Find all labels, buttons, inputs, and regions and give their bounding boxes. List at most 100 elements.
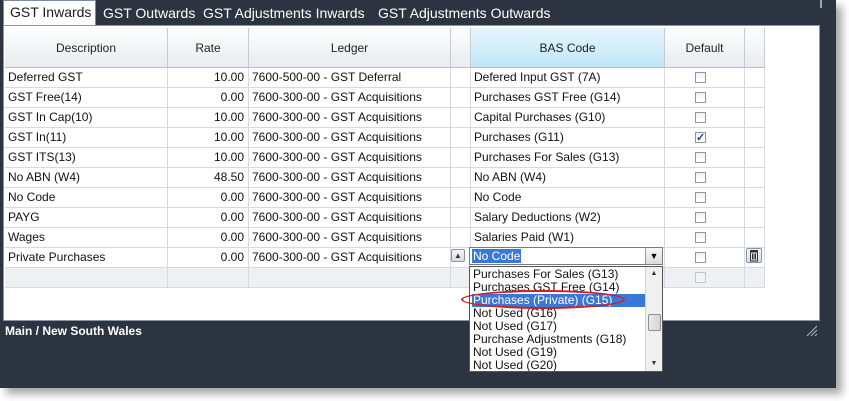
- default-checkbox[interactable]: [695, 92, 706, 103]
- default-checkbox[interactable]: [695, 212, 706, 223]
- delete-row-button[interactable]: [746, 248, 762, 263]
- column-header-rate[interactable]: Rate: [168, 28, 249, 68]
- rate-cell[interactable]: 48.50: [168, 168, 249, 188]
- default-checkbox[interactable]: [695, 252, 706, 263]
- description-cell[interactable]: GST In Cap(10): [5, 108, 168, 128]
- ledger-cell[interactable]: 7600-300-00 - GST Acquisitions: [249, 128, 451, 148]
- default-cell[interactable]: [665, 248, 745, 268]
- ledger-cell[interactable]: 7600-300-00 - GST Acquisitions: [249, 208, 451, 228]
- table-row[interactable]: PAYG 0.00 7600-300-00 - GST Acquisitions Sa…: [5, 208, 765, 228]
- ledger-cell[interactable]: 7600-300-00 - GST Acquisitions: [249, 188, 451, 208]
- description-cell[interactable]: Deferred GST: [5, 68, 168, 88]
- rate-cell[interactable]: 10.00: [168, 108, 249, 128]
- default-cell[interactable]: [665, 188, 745, 208]
- default-cell[interactable]: [665, 228, 745, 248]
- ledger-cell[interactable]: 7600-300-00 - GST Acquisitions: [249, 168, 451, 188]
- description-cell[interactable]: Private Purchases: [5, 248, 168, 268]
- default-cell[interactable]: [665, 68, 745, 88]
- default-cell[interactable]: [665, 208, 745, 228]
- column-header-actions: [745, 28, 765, 68]
- tab-gst-adjustments-outwards[interactable]: GST Adjustments Outwards: [372, 2, 556, 25]
- bas-code-cell[interactable]: Purchases For Sales (G13): [471, 148, 665, 168]
- rate-cell[interactable]: 0.00: [168, 208, 249, 228]
- default-checkbox[interactable]: [695, 232, 706, 243]
- bas-code-cell[interactable]: Defered Input GST (7A): [471, 68, 665, 88]
- bas-code-cell[interactable]: Salaries Paid (W1): [471, 228, 665, 248]
- dropdown-option[interactable]: Not Used (G20): [472, 359, 647, 372]
- dropdown-scrollbar[interactable]: ▲ ▼: [645, 267, 662, 371]
- table-row[interactable]: GST Free(14) 0.00 7600-300-00 - GST Acquis…: [5, 88, 765, 108]
- ledger-cell[interactable]: 7600-300-00 - GST Acquisitions: [249, 228, 451, 248]
- default-cell[interactable]: [665, 128, 745, 148]
- default-checkbox[interactable]: [695, 72, 706, 83]
- ledger-cell[interactable]: 7600-300-00 - GST Acquisitions: [249, 108, 451, 128]
- description-cell[interactable]: Wages: [5, 228, 168, 248]
- description-cell[interactable]: GST ITS(13): [5, 148, 168, 168]
- bas-code-cell[interactable]: No Code: [471, 188, 665, 208]
- description-cell[interactable]: GST Free(14): [5, 88, 168, 108]
- column-header-default[interactable]: Default: [665, 28, 745, 68]
- table-row[interactable]: GST In(11) 10.00 7600-300-00 - GST Acquisi…: [5, 128, 765, 148]
- scroll-up-icon[interactable]: ▲: [646, 267, 662, 281]
- table-row[interactable]: Deferred GST 10.00 7600-500-00 - GST Defer…: [5, 68, 765, 88]
- scroll-down-icon[interactable]: ▼: [646, 357, 662, 371]
- actions-cell: [745, 228, 765, 248]
- table-row[interactable]: Wages 0.00 7600-300-00 - GST Acquisitions S…: [5, 228, 765, 248]
- default-cell[interactable]: [665, 88, 745, 108]
- description-cell[interactable]: PAYG: [5, 208, 168, 228]
- bas-code-cell[interactable]: Capital Purchases (G10): [471, 108, 665, 128]
- bas-code-cell[interactable]: No ABN (W4): [471, 168, 665, 188]
- default-cell[interactable]: [665, 168, 745, 188]
- description-cell[interactable]: No ABN (W4): [5, 168, 168, 188]
- column-header-bas-code[interactable]: BAS Code: [471, 28, 665, 68]
- bas-code-cell[interactable]: Purchases (G11): [471, 128, 665, 148]
- ledger-cell[interactable]: 7600-300-00 - GST Acquisitions: [249, 248, 451, 268]
- ledger-lookup-cell: [451, 268, 471, 288]
- rate-cell[interactable]: 10.00: [168, 68, 249, 88]
- default-checkbox[interactable]: [695, 172, 706, 183]
- default-checkbox[interactable]: [695, 112, 706, 123]
- ledger-cell[interactable]: 7600-300-00 - GST Acquisitions: [249, 88, 451, 108]
- tab-gst-inwards[interactable]: GST Inwards: [3, 0, 96, 26]
- description-cell: [5, 268, 168, 288]
- actions-cell: [745, 148, 765, 168]
- tab-gst-adjustments-inwards[interactable]: GST Adjustments Inwards: [197, 2, 371, 25]
- rate-cell[interactable]: 0.00: [168, 88, 249, 108]
- resize-grip-icon[interactable]: [806, 325, 818, 337]
- default-checkbox[interactable]: [695, 272, 706, 283]
- rate-cell[interactable]: 10.00: [168, 128, 249, 148]
- column-header-description[interactable]: Description: [5, 28, 168, 68]
- default-checkbox[interactable]: [695, 192, 706, 203]
- gst-inwards-panel: Description Rate Ledger BAS Code Default…: [3, 25, 820, 321]
- actions-cell: [745, 208, 765, 228]
- table-row[interactable]: No ABN (W4) 48.50 7600-300-00 - GST Acquis…: [5, 168, 765, 188]
- dropdown-arrow-icon[interactable]: ▼: [645, 248, 662, 264]
- default-cell[interactable]: [665, 148, 745, 168]
- scroll-thumb[interactable]: [648, 314, 661, 331]
- default-checkbox[interactable]: [695, 152, 706, 163]
- ledger-cell[interactable]: 7600-500-00 - GST Deferral: [249, 68, 451, 88]
- table-row[interactable]: GST ITS(13) 10.00 7600-300-00 - GST Acquis…: [5, 148, 765, 168]
- rate-cell: [168, 268, 249, 288]
- bas-code-cell[interactable]: Purchases GST Free (G14): [471, 88, 665, 108]
- rate-cell[interactable]: 0.00: [168, 188, 249, 208]
- window-edge-marker: [820, 0, 822, 8]
- description-cell[interactable]: No Code: [5, 188, 168, 208]
- rate-cell[interactable]: 0.00: [168, 228, 249, 248]
- table-row[interactable]: No Code 0.00 7600-300-00 - GST Acquisition…: [5, 188, 765, 208]
- table-row[interactable]: GST In Cap(10) 10.00 7600-300-00 - GST Acq…: [5, 108, 765, 128]
- description-cell[interactable]: GST In(11): [5, 128, 168, 148]
- bas-code-cell[interactable]: Salary Deductions (W2): [471, 208, 665, 228]
- bas-code-combobox[interactable]: No Code ▼: [469, 247, 663, 265]
- column-header-ledger[interactable]: Ledger: [249, 28, 451, 68]
- status-bar: Main / New South Wales: [3, 321, 820, 341]
- ledger-lookup-button[interactable]: ▲: [451, 249, 465, 262]
- rate-cell[interactable]: 10.00: [168, 148, 249, 168]
- rate-cell[interactable]: 0.00: [168, 248, 249, 268]
- default-checkbox[interactable]: [695, 129, 706, 147]
- default-cell[interactable]: [665, 108, 745, 128]
- tab-gst-outwards[interactable]: GST Outwards: [97, 2, 201, 25]
- ledger-cell[interactable]: 7600-300-00 - GST Acquisitions: [249, 148, 451, 168]
- bas-code-combobox-value[interactable]: No Code: [472, 249, 522, 263]
- bas-code-dropdown-list[interactable]: Purchases For Sales (G13) Purchases GST F…: [469, 266, 663, 372]
